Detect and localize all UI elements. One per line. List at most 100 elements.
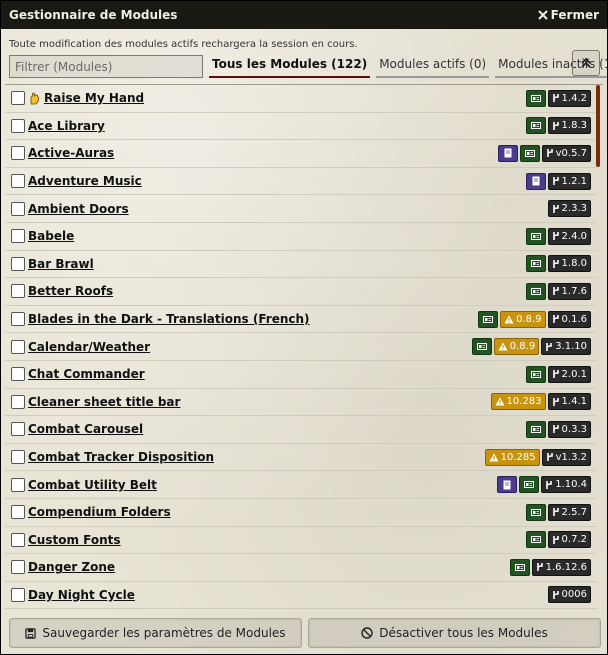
id-card-icon (530, 287, 541, 295)
module-checkbox[interactable] (11, 422, 25, 437)
filter-input[interactable] (9, 55, 203, 78)
library-badge[interactable] (497, 144, 518, 162)
version-badge[interactable]: v0.5.7 (541, 144, 591, 162)
module-checkbox[interactable] (11, 229, 25, 244)
version-badge[interactable]: 1.2.1 (547, 172, 591, 190)
module-name-link[interactable]: Danger Zone (28, 560, 115, 574)
module-checkbox[interactable] (11, 367, 25, 382)
id-card-badge[interactable] (519, 144, 540, 162)
compatibility-warning-badge[interactable]: 10.285 (484, 448, 540, 466)
module-checkbox[interactable] (11, 505, 25, 520)
module-row: Combat Utility Belt 1.10.4 (5, 471, 597, 499)
warning-version-text: 10.283 (506, 396, 542, 408)
version-badge[interactable]: 2.3.3 (547, 200, 591, 218)
version-badge[interactable]: 1.4.1 (547, 393, 591, 411)
module-name-link[interactable]: Day Night Cycle (28, 588, 135, 602)
module-checkbox[interactable] (11, 118, 25, 133)
warning-icon (489, 453, 499, 462)
module-name-link[interactable]: Combat Carousel (28, 422, 143, 436)
scrollbar-thumb[interactable] (596, 85, 600, 167)
id-card-badge[interactable] (525, 255, 546, 273)
id-card-badge[interactable] (525, 117, 546, 135)
module-checkbox[interactable] (11, 256, 25, 271)
id-card-icon (530, 508, 541, 516)
disable-all-button[interactable]: Désactiver tous les Modules (308, 618, 601, 648)
module-badges: 2.4.0 (525, 227, 591, 245)
module-name-link[interactable]: Combat Utility Belt (28, 478, 157, 492)
version-badge[interactable]: 3.1.10 (541, 338, 591, 356)
compatibility-warning-badge[interactable]: 10.283 (490, 393, 546, 411)
compatibility-warning-badge[interactable]: 0.8.9 (493, 338, 540, 356)
id-card-badge[interactable] (471, 338, 492, 356)
module-checkbox[interactable] (11, 477, 25, 492)
id-card-badge[interactable] (509, 558, 530, 576)
id-card-badge[interactable] (525, 282, 546, 300)
module-checkbox[interactable] (11, 284, 25, 299)
module-badges: 0006 (547, 586, 591, 604)
version-badge[interactable]: 1.7.6 (547, 282, 591, 300)
id-card-badge[interactable] (525, 365, 546, 383)
id-card-badge[interactable] (525, 420, 546, 438)
module-name-link[interactable]: Adventure Music (28, 174, 142, 188)
version-badge[interactable]: v1.3.2 (541, 448, 591, 466)
version-badge[interactable]: 2.4.0 (547, 227, 591, 245)
module-name-link[interactable]: Calendar/Weather (28, 340, 150, 354)
module-checkbox[interactable] (11, 560, 25, 575)
id-card-badge[interactable] (525, 227, 546, 245)
module-name-link[interactable]: Ace Library (28, 119, 105, 133)
version-badge[interactable]: 1.10.4 (541, 476, 591, 494)
module-checkbox[interactable] (11, 450, 25, 465)
module-name-link[interactable]: Active-Auras (28, 146, 114, 160)
tab-active-modules[interactable]: Modules actifs (0) (376, 55, 490, 78)
version-badge[interactable]: 0.7.2 (547, 531, 591, 549)
module-checkbox[interactable] (11, 587, 25, 602)
module-row: Danger Zone 1.6.12.6 (5, 554, 597, 582)
version-badge[interactable]: 2.0.1 (547, 365, 591, 383)
save-settings-button[interactable]: Sauvegarder les paramètres de Modules (9, 618, 302, 648)
module-name-link[interactable]: Babele (28, 229, 74, 243)
module-list-container[interactable]: Raise My Hand 1.4.2 Ace Library 1.8.3 Active… (5, 84, 603, 614)
version-badge[interactable]: 1.8.0 (547, 255, 591, 273)
module-checkbox[interactable] (11, 91, 25, 106)
library-badge[interactable] (497, 476, 518, 494)
id-card-badge[interactable] (519, 476, 540, 494)
module-checkbox[interactable] (11, 174, 25, 189)
version-badge[interactable]: 1.8.3 (547, 117, 591, 135)
module-name-link[interactable]: Blades in the Dark - Translations (Frenc… (28, 312, 310, 326)
library-badge[interactable] (525, 172, 546, 190)
compatibility-warning-badge[interactable]: 0.8.9 (500, 310, 546, 328)
branch-icon (552, 315, 559, 324)
module-checkbox[interactable] (11, 394, 25, 409)
module-name-link[interactable]: Ambient Doors (28, 202, 129, 216)
module-checkbox[interactable] (11, 532, 25, 547)
version-badge[interactable]: 0006 (547, 586, 591, 604)
module-badges: 1.8.0 (525, 255, 591, 273)
version-badge[interactable]: 1.6.12.6 (531, 558, 591, 576)
module-checkbox[interactable] (11, 339, 25, 354)
module-row: Combat Carousel 0.3.3 (5, 416, 597, 444)
module-name-link[interactable]: Bar Brawl (28, 257, 94, 271)
close-button[interactable]: Fermer (537, 8, 599, 22)
id-card-badge[interactable] (525, 531, 546, 549)
module-name-link[interactable]: Cleaner sheet title bar (28, 395, 180, 409)
id-card-badge[interactable] (525, 503, 546, 521)
module-checkbox[interactable] (11, 312, 25, 327)
module-name-link[interactable]: Compendium Folders (28, 505, 171, 519)
id-card-badge[interactable] (478, 310, 499, 328)
version-badge[interactable]: 0.3.3 (547, 420, 591, 438)
module-name-link[interactable]: Raise My Hand (28, 91, 144, 105)
collapse-all-button[interactable] (572, 50, 600, 76)
id-card-badge[interactable] (525, 89, 546, 107)
version-badge[interactable]: 1.4.2 (547, 89, 591, 107)
version-badge[interactable]: 2.5.7 (547, 503, 591, 521)
module-checkbox[interactable] (11, 201, 25, 216)
module-name-link[interactable]: Combat Tracker Disposition (28, 450, 214, 464)
module-name-link[interactable]: Custom Fonts (28, 533, 121, 547)
version-badge[interactable]: 0.1.6 (547, 310, 591, 328)
module-name-link[interactable]: Better Roofs (28, 284, 113, 298)
window-titlebar[interactable]: Gestionnaire de Modules Fermer (1, 1, 607, 29)
module-checkbox[interactable] (11, 146, 25, 161)
module-name-text: Adventure Music (28, 174, 142, 189)
tab-all-modules[interactable]: Tous les Modules (122) (209, 55, 371, 78)
module-name-link[interactable]: Chat Commander (28, 367, 145, 381)
